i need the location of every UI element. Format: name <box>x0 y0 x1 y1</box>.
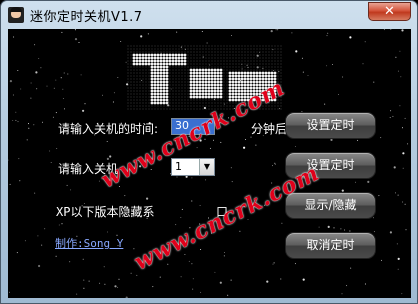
hide-note: XP以下版本隐藏系 <box>56 205 155 219</box>
hour-select-value: 1 <box>175 160 182 173</box>
author-link[interactable]: 制作:Song Y <box>55 235 123 251</box>
close-button[interactable]: ✕ <box>368 2 411 21</box>
show-hide-button[interactable]: 显示/隐藏 <box>285 192 376 219</box>
chevron-down-icon[interactable]: ▼ <box>199 159 214 175</box>
title-bar[interactable]: 迷你定时关机V1.7 ✕ <box>1 1 417 29</box>
minutes-suffix: 分钟后 <box>251 122 288 136</box>
client-area: 请输入关机的时间: 30 分钟后 请输入关机 1 ▼ XP以下版本隐藏系 口 制… <box>8 29 411 298</box>
set-timer-button[interactable]: 设置定时 <box>285 112 376 139</box>
app-icon <box>8 7 24 23</box>
minutes-label: 请输入关机的时间: <box>58 122 159 136</box>
cancel-timer-button[interactable]: 取消定时 <box>285 232 376 259</box>
app-window: 迷你定时关机V1.7 ✕ 请输入关机的时间: 30 分钟后 请输入关机 1 ▼ … <box>0 0 418 304</box>
window-title: 迷你定时关机V1.7 <box>30 10 143 25</box>
hour-select[interactable]: 1 ▼ <box>171 158 215 176</box>
